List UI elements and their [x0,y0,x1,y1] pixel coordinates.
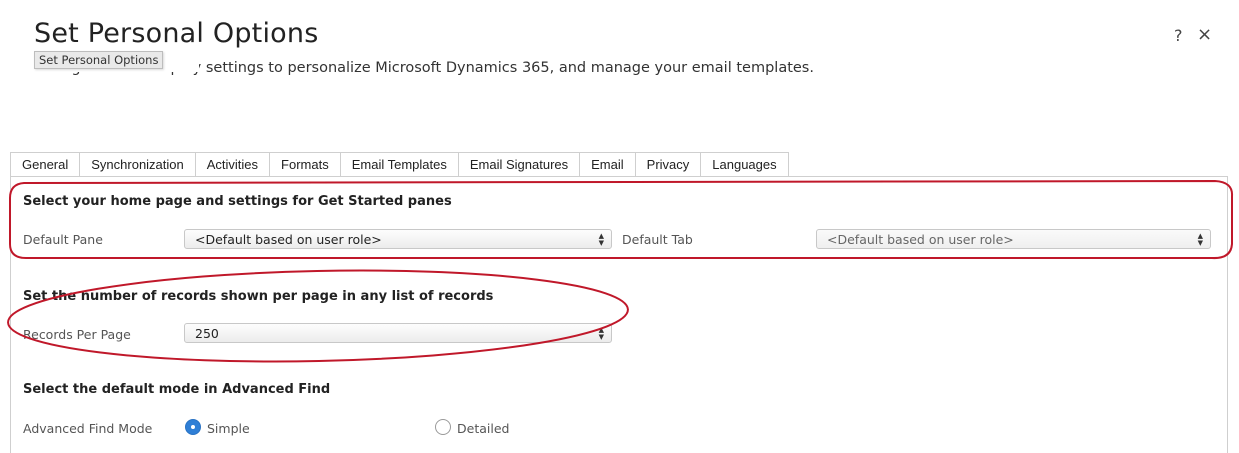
detailed-radio-label: Detailed [457,421,510,436]
select-arrows-icon: ▲ ▼ [1197,231,1203,247]
simple-radio[interactable] [185,419,201,435]
tab-general[interactable]: General [10,152,81,177]
tab-panel [10,176,1228,453]
tab-email[interactable]: Email [579,152,636,177]
select-arrows-icon: ▲ ▼ [598,231,604,247]
home-page-section-title: Select your home page and settings for G… [23,194,452,209]
tab-privacy[interactable]: Privacy [634,152,702,177]
simple-radio-label: Simple [207,421,250,436]
records-per-page-value: 250 [195,326,219,341]
default-pane-value: <Default based on user role> [195,232,382,247]
tab-synchronization[interactable]: Synchronization [79,152,196,177]
default-tab-value: <Default based on user role> [827,232,1014,247]
default-pane-select[interactable]: <Default based on user role> ▲ ▼ [184,229,612,249]
tab-languages[interactable]: Languages [700,152,789,177]
detailed-radio[interactable] [435,419,451,435]
help-button[interactable]: ? [1174,26,1183,45]
advanced-find-section-title: Select the default mode in Advanced Find [23,382,331,397]
dialog-title: Set Personal Options [34,18,319,49]
default-tab-label: Default Tab [622,232,693,247]
tab-formats[interactable]: Formats [269,152,341,177]
advanced-find-mode-label: Advanced Find Mode [23,421,153,436]
tab-email-templates[interactable]: Email Templates [339,152,459,177]
close-button[interactable]: × [1197,24,1212,45]
select-arrows-icon: ▲ ▼ [598,325,604,341]
tab-activities[interactable]: Activities [194,152,271,177]
records-per-page-select[interactable]: 250 ▲ ▼ [184,323,612,343]
title-tooltip: Set Personal Options [34,51,164,69]
default-tab-select[interactable]: <Default based on user role> ▲ ▼ [816,229,1211,249]
records-section-title: Set the number of records shown per page… [23,289,494,304]
options-tabs: General Synchronization Activities Forma… [10,152,789,177]
records-per-page-label: Records Per Page [23,327,131,342]
tab-email-signatures[interactable]: Email Signatures [457,152,581,177]
default-pane-label: Default Pane [23,232,103,247]
